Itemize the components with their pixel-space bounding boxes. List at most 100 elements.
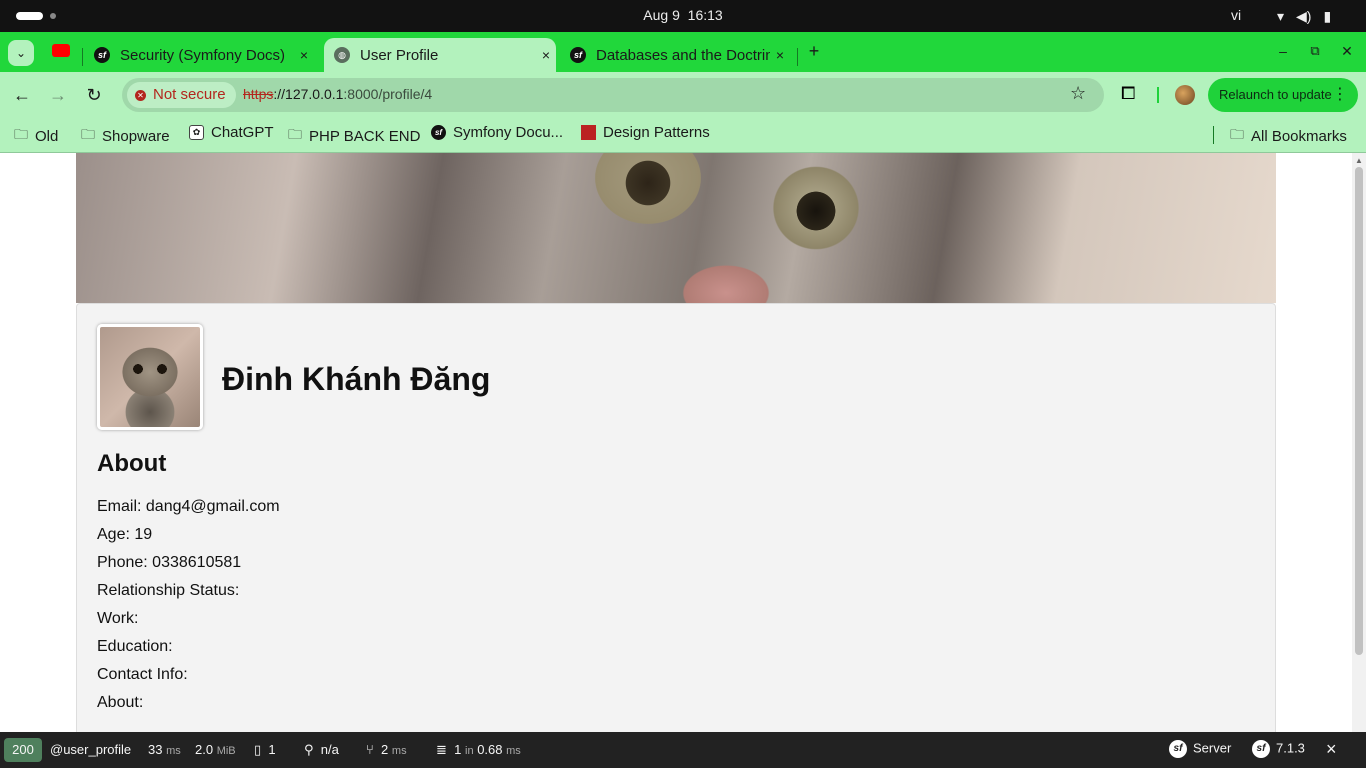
field-about: About:	[97, 693, 280, 721]
battery-icon: ▮	[1323, 8, 1332, 24]
time-unit: ms	[166, 745, 181, 757]
warning-icon: ✕	[135, 90, 146, 101]
field-label: Education:	[97, 638, 173, 655]
reload-icon[interactable]: ↻	[82, 83, 106, 107]
log-icon: ▯	[254, 742, 262, 757]
bookmark-folder-old[interactable]: 🗀 Old	[14, 124, 58, 148]
url-path: :8000/profile/4	[343, 86, 433, 102]
field-contact-info: Contact Info:	[97, 665, 280, 693]
twig-time[interactable]: ⑂ 2 ms	[366, 742, 407, 757]
browser-toolbar: ← → ↻ ✕ Not secure https://127.0.0.1:800…	[0, 72, 1366, 118]
field-age: Age: 19	[97, 525, 280, 553]
tab-strip: ⌄ sf Security (Symfony Docs) × ◍ User Pr…	[0, 32, 1366, 72]
chevron-down-icon: ⌄	[15, 46, 27, 60]
relaunch-label: Relaunch to update	[1219, 87, 1332, 102]
bookmark-design-patterns[interactable]: Design Patterns	[581, 124, 710, 141]
relaunch-button[interactable]: Relaunch to update ⋮	[1208, 78, 1358, 112]
tab-title: Databases and the Doctrine ORM (Symfony …	[596, 46, 770, 64]
database-icon: ≣	[436, 742, 447, 757]
request-time[interactable]: 33 ms	[148, 742, 181, 757]
field-relationship: Relationship Status:	[97, 581, 280, 609]
clock[interactable]: Aug 9 16:13	[0, 7, 1366, 23]
field-value: 0338610581	[152, 554, 242, 571]
bookmark-symfony-docs[interactable]: sf Symfony Docu...	[431, 124, 563, 141]
scroll-thumb[interactable]	[1355, 167, 1363, 655]
globe-icon: ◍	[334, 47, 350, 63]
close-toolbar-icon[interactable]: ×	[1326, 739, 1337, 760]
tab-security-docs[interactable]: sf Security (Symfony Docs) ×	[94, 38, 314, 72]
folder-icon: 🗀	[81, 126, 95, 142]
restore-icon[interactable]: ⧉	[1303, 39, 1327, 63]
page-scrollbar[interactable]: ▲	[1352, 153, 1366, 732]
bookmark-chatgpt[interactable]: ✿ ChatGPT	[189, 124, 274, 141]
extensions-icon[interactable]: ⧠	[1121, 83, 1135, 104]
cover-photo	[76, 153, 1276, 303]
minimize-icon[interactable]: –	[1271, 39, 1295, 63]
db-queries: 1	[454, 742, 462, 757]
design-patterns-icon	[581, 125, 596, 140]
memory-usage[interactable]: 2.0 MiB	[195, 742, 236, 757]
more-vert-icon: ⋮	[1332, 86, 1348, 103]
input-language[interactable]: vi	[1231, 7, 1241, 23]
avatar	[97, 324, 203, 430]
doctrine-queries[interactable]: ≣ 1 in 0.68 ms	[436, 742, 521, 758]
server-info[interactable]: sf Server	[1169, 740, 1231, 758]
status-badge[interactable]: 200	[4, 738, 42, 762]
security-user[interactable]: ⚲ n/a	[304, 742, 339, 758]
close-tab-icon[interactable]: ×	[294, 47, 314, 63]
toolbar-divider	[1157, 87, 1159, 103]
os-top-bar: Aug 9 16:13 vi ▾ ◀) ▮	[0, 0, 1366, 32]
not-secure-chip[interactable]: ✕ Not secure	[127, 82, 236, 108]
new-tab-button[interactable]: +	[802, 39, 826, 63]
symfony-icon: sf	[1252, 740, 1270, 758]
bookmark-label: Old	[35, 127, 59, 145]
user-icon: ⚲	[304, 742, 314, 757]
tab-separator	[797, 48, 798, 66]
field-email: Email: dang4@gmail.com	[97, 497, 280, 525]
symfony-version[interactable]: sf 7.1.3	[1252, 740, 1305, 758]
close-window-icon[interactable]: ✕	[1335, 39, 1359, 63]
symfony-debug-toolbar: 200 @user_profile 33 ms 2.0 MiB ▯ 1 ⚲ n/…	[0, 732, 1366, 768]
db-time: 0.68	[477, 742, 503, 757]
tab-doctrine-docs[interactable]: sf Databases and the Doctrine ORM (Symfo…	[570, 38, 790, 72]
memory-value: 2.0	[195, 742, 214, 757]
url-text[interactable]: https://127.0.0.1:8000/profile/4	[243, 86, 432, 102]
youtube-icon[interactable]	[52, 44, 70, 57]
tab-search-button[interactable]: ⌄	[8, 40, 34, 66]
scroll-up-icon[interactable]: ▲	[1355, 156, 1363, 165]
bookmark-folder-php[interactable]: 🗀 PHP BACK END	[288, 124, 420, 148]
bookmark-star-icon[interactable]: ☆	[1070, 83, 1086, 104]
bookmark-folder-shopware[interactable]: 🗀 Shopware	[81, 124, 170, 148]
profile-avatar[interactable]	[1175, 85, 1195, 105]
profile-fields: Email: dang4@gmail.com Age: 19 Phone: 03…	[97, 497, 280, 721]
field-phone: Phone: 0338610581	[97, 553, 280, 581]
twig-icon: ⑂	[366, 742, 374, 757]
bookmark-label: Symfony Docu...	[453, 124, 564, 141]
time-value: 33	[148, 742, 163, 757]
close-tab-icon[interactable]: ×	[536, 47, 556, 63]
wifi-icon: ▾	[1277, 8, 1285, 24]
bookmark-label: Design Patterns	[603, 124, 710, 141]
folder-icon: 🗀	[1230, 126, 1244, 142]
all-bookmarks-button[interactable]: 🗀 All Bookmarks	[1230, 124, 1347, 148]
memory-unit: MiB	[216, 745, 236, 757]
field-value: 19	[134, 526, 153, 543]
close-tab-icon[interactable]: ×	[770, 47, 790, 63]
url-scheme: https	[243, 86, 274, 102]
url-host: ://127.0.0.1	[273, 86, 344, 102]
bookmark-label: All Bookmarks	[1251, 127, 1347, 145]
field-value: dang4@gmail.com	[145, 498, 280, 515]
logs-counter[interactable]: ▯ 1	[254, 742, 276, 758]
server-label: Server	[1193, 740, 1232, 756]
route-name[interactable]: @user_profile	[50, 742, 131, 757]
about-heading: About	[97, 450, 167, 477]
address-bar[interactable]: ✕ Not secure https://127.0.0.1:8000/prof…	[122, 78, 1104, 112]
tab-user-profile[interactable]: ◍ User Profile ×	[324, 38, 556, 72]
back-arrow-icon[interactable]: ←	[10, 83, 34, 107]
system-tray[interactable]: ▾ ◀) ▮	[1277, 8, 1331, 25]
profile-name: Đinh Khánh Đăng	[222, 361, 491, 397]
field-label: Work:	[97, 610, 139, 627]
db-unit: ms	[506, 745, 521, 757]
db-in: in	[465, 745, 474, 757]
forward-arrow-icon[interactable]: →	[46, 83, 70, 107]
